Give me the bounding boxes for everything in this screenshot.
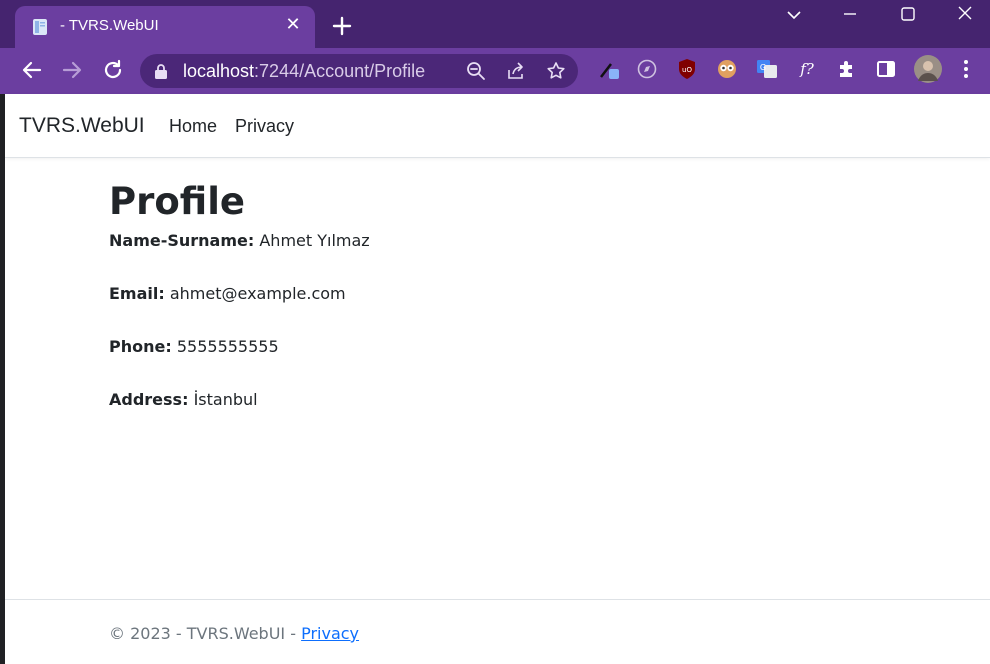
browser-toolbar: localhost:7244/Account/Profile uO G f? <box>0 48 990 94</box>
field-label: Address: <box>109 390 189 409</box>
compass-extension-icon[interactable] <box>636 58 658 80</box>
field-label: Phone: <box>109 337 172 356</box>
copyright-text: © 2023 - TVRS.WebUI - <box>109 624 302 643</box>
menu-kebab-icon[interactable] <box>955 58 977 80</box>
ublock-origin-icon[interactable]: uO <box>676 58 698 80</box>
google-translate-icon[interactable]: G <box>756 58 778 80</box>
new-tab-icon[interactable] <box>330 14 354 38</box>
browser-titlebar: - TVRS.WebUI ✕ <box>0 0 990 48</box>
bookmark-star-icon[interactable] <box>546 61 566 81</box>
field-value: İstanbul <box>193 390 258 409</box>
field-value: Ahmet Yılmaz <box>259 231 370 250</box>
forward-icon[interactable] <box>60 58 84 82</box>
svg-text:uO: uO <box>682 66 692 74</box>
url-text[interactable]: localhost:7244/Account/Profile <box>183 61 425 82</box>
field-value: ahmet@example.com <box>169 284 346 303</box>
owl-extension-icon[interactable] <box>716 58 738 80</box>
color-picker-extension-icon[interactable] <box>598 58 620 80</box>
profile-field-email: Email: ahmet@example.com <box>109 283 909 328</box>
field-label: Name-Surname: <box>109 231 255 250</box>
site-navbar: TVRS.WebUI Home Privacy <box>5 94 990 158</box>
minimize-icon[interactable] <box>838 4 862 26</box>
document-icon <box>33 19 47 35</box>
svg-text:G: G <box>760 63 766 72</box>
footer-text: © 2023 - TVRS.WebUI - Privacy <box>109 624 359 643</box>
web-page: TVRS.WebUI Home Privacy Profile Name-Sur… <box>5 94 990 664</box>
footer-privacy-link[interactable]: Privacy <box>301 624 359 643</box>
back-icon[interactable] <box>20 58 44 82</box>
profile-field-address: Address: İstanbul <box>109 389 909 434</box>
nav-link-privacy[interactable]: Privacy <box>235 116 294 137</box>
field-value: 5555555555 <box>176 337 279 356</box>
address-bar[interactable]: localhost:7244/Account/Profile <box>140 54 578 88</box>
lock-icon[interactable] <box>154 63 168 79</box>
profile-field-phone: Phone: 5555555555 <box>109 336 909 381</box>
browser-chrome: - TVRS.WebUI ✕ localhost:7244/Account/Pr… <box>0 0 990 94</box>
site-footer: © 2023 - TVRS.WebUI - Privacy <box>5 599 990 664</box>
tab-search-chevron-icon[interactable] <box>782 4 806 26</box>
close-window-icon[interactable] <box>953 4 977 26</box>
profile-field-name: Name-Surname: Ahmet Yılmaz <box>109 230 909 275</box>
reload-icon[interactable] <box>101 58 125 82</box>
profile-content: Profile Name-Surname: Ahmet Yılmaz Email… <box>109 178 909 434</box>
navbar-brand[interactable]: TVRS.WebUI <box>19 114 145 138</box>
zoom-icon[interactable] <box>466 61 486 81</box>
profile-avatar[interactable] <box>914 55 942 83</box>
font-finder-icon[interactable]: f? <box>796 58 818 80</box>
extensions-puzzle-icon[interactable] <box>836 58 858 80</box>
maximize-icon[interactable] <box>896 4 920 26</box>
close-tab-icon[interactable]: ✕ <box>283 15 303 35</box>
svg-text:f?: f? <box>799 60 815 78</box>
field-label: Email: <box>109 284 165 303</box>
tab-title: - TVRS.WebUI <box>60 17 159 34</box>
nav-link-home[interactable]: Home <box>169 116 217 137</box>
share-icon[interactable] <box>506 61 526 81</box>
browser-tab[interactable]: - TVRS.WebUI ✕ <box>15 6 315 48</box>
page-title: Profile <box>109 180 245 223</box>
side-panel-icon[interactable] <box>875 58 897 80</box>
